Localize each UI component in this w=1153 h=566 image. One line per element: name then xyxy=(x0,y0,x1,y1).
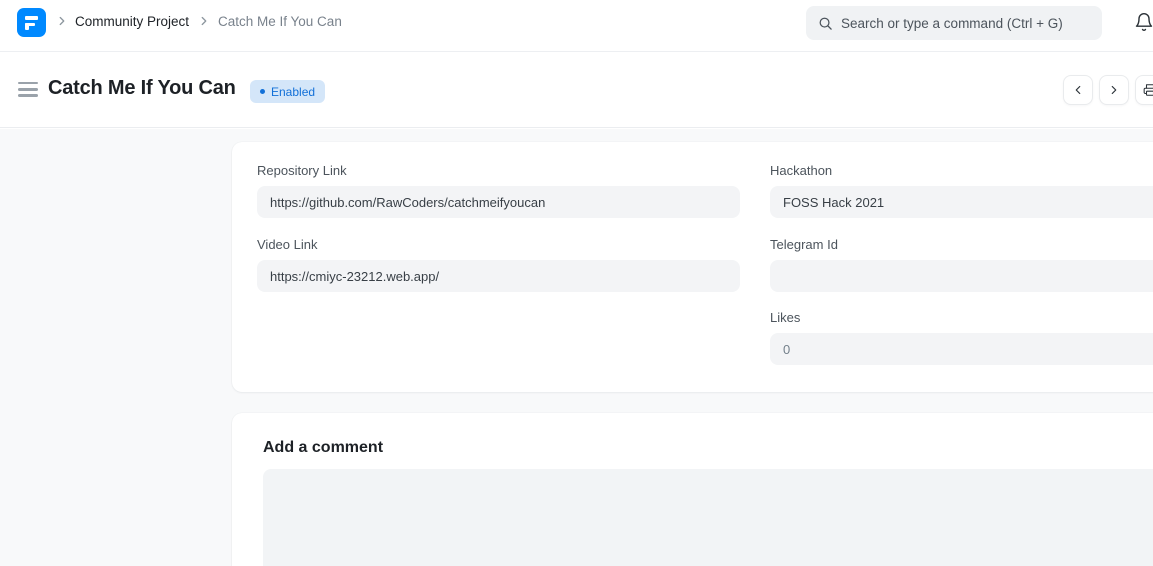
chevron-right-icon xyxy=(55,14,69,28)
field-label: Likes xyxy=(770,310,1153,325)
chevron-right-icon xyxy=(1107,83,1121,97)
app-window: Community Project Catch Me If You Can Ca… xyxy=(0,0,1153,566)
navbar: Community Project Catch Me If You Can xyxy=(0,0,1153,52)
comments-card: Add a comment xyxy=(232,413,1153,566)
status-badge: Enabled xyxy=(250,80,325,103)
printer-icon xyxy=(1143,83,1153,97)
search-icon xyxy=(818,16,833,31)
telegram-id-input[interactable] xyxy=(770,260,1153,292)
main-content: Repository Link Hackathon Video Link Tel… xyxy=(0,129,1153,566)
field-label: Telegram Id xyxy=(770,237,1153,252)
field-video-link: Video Link xyxy=(257,237,740,292)
details-form-card: Repository Link Hackathon Video Link Tel… xyxy=(232,142,1153,392)
print-button[interactable] xyxy=(1135,75,1153,105)
notifications-bell-icon[interactable] xyxy=(1134,12,1153,38)
next-record-button[interactable] xyxy=(1099,75,1129,105)
video-link-input[interactable] xyxy=(257,260,740,292)
status-dot-icon xyxy=(260,89,265,94)
hackathon-input[interactable] xyxy=(770,186,1153,218)
page-header: Catch Me If You Can Enabled xyxy=(0,53,1153,128)
add-comment-heading: Add a comment xyxy=(263,439,383,457)
field-repository-link: Repository Link xyxy=(257,163,740,218)
chevron-left-icon xyxy=(1071,83,1085,97)
page-title: Catch Me If You Can xyxy=(48,77,236,100)
field-telegram-id: Telegram Id xyxy=(770,237,1153,292)
chevron-right-icon xyxy=(197,14,211,28)
global-search[interactable] xyxy=(806,6,1102,40)
field-label: Video Link xyxy=(257,237,740,252)
breadcrumb-current-page[interactable]: Catch Me If You Can xyxy=(218,14,342,30)
breadcrumb-community-project[interactable]: Community Project xyxy=(75,14,189,30)
field-label: Hackathon xyxy=(770,163,1153,178)
search-input[interactable] xyxy=(841,16,1090,31)
status-badge-label: Enabled xyxy=(271,85,315,99)
sidebar-toggle-icon[interactable] xyxy=(18,82,38,97)
frappe-logo[interactable] xyxy=(17,8,46,37)
likes-input[interactable] xyxy=(770,333,1153,365)
field-label: Repository Link xyxy=(257,163,740,178)
field-hackathon: Hackathon xyxy=(770,163,1153,218)
repository-link-input[interactable] xyxy=(257,186,740,218)
previous-record-button[interactable] xyxy=(1063,75,1093,105)
comment-editor[interactable] xyxy=(263,469,1153,566)
logo-glyph-part xyxy=(25,23,29,31)
field-likes: Likes xyxy=(770,310,1153,365)
logo-glyph-part xyxy=(25,16,38,20)
